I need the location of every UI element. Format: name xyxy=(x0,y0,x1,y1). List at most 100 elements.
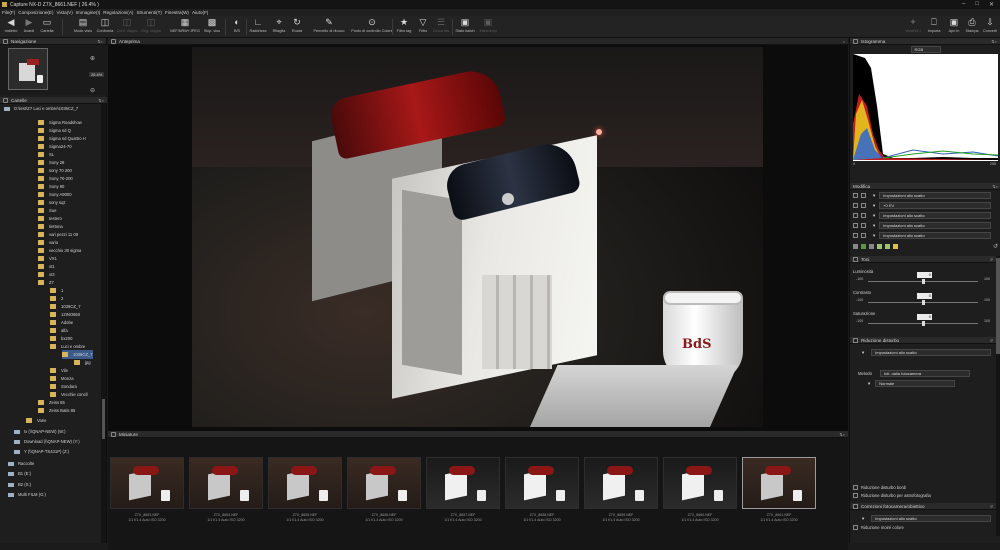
filmstrip-thumbnail[interactable] xyxy=(742,457,816,509)
noise-astro-row[interactable]: Riduzione disturbo per astrofotografia xyxy=(853,491,931,499)
raw-jpeg-button[interactable]: ▦ NEF/NRW+JPEG xyxy=(170,17,200,33)
folder-item[interactable]: Raccolte xyxy=(8,459,34,468)
filmstrip-thumbnail[interactable] xyxy=(347,457,421,509)
panel-controls-icon[interactable]: ⇅× xyxy=(97,39,103,44)
panel-controls-icon[interactable]: ↺ xyxy=(990,257,993,262)
checkbox[interactable] xyxy=(861,232,866,238)
menu-image[interactable]: Immagine(I) xyxy=(76,10,101,15)
noise-strength[interactable]: Normale xyxy=(875,379,956,387)
noise-method[interactable]: Init. dalla fotocamera xyxy=(880,369,970,377)
folder-item[interactable]: Zeiss Batis 85 xyxy=(38,406,75,415)
original-double-button[interactable]: ◫ Orig. doppo xyxy=(140,17,162,33)
noise-edges-row[interactable]: Riduzione disturbo bordi xyxy=(853,483,906,491)
adjust-scrollbar[interactable] xyxy=(996,256,1000,536)
adjust-row-value[interactable]: Impostazioni allo scatto xyxy=(879,191,992,199)
photo-preview[interactable]: BdS xyxy=(192,47,763,427)
search-data-button[interactable]: ☰ Cerca dts xyxy=(430,17,452,33)
slider-value-input[interactable]: 0 xyxy=(917,272,932,278)
maximize-icon[interactable]: □ xyxy=(975,1,979,8)
filmstrip-thumbnail[interactable] xyxy=(268,457,342,509)
adjust-row-value[interactable]: Impostazioni allo scatto xyxy=(879,231,992,239)
menu-window[interactable]: Finestra(W) xyxy=(165,10,189,15)
adjust-row[interactable]: ▼ +0 EV xyxy=(853,201,996,209)
folder-item[interactable]: Ix (\\QNAP-NEW) (W:) xyxy=(14,427,66,436)
panel-controls-icon[interactable]: ⇅× xyxy=(992,184,998,189)
folder-item[interactable]: jpg xyxy=(74,358,91,367)
tool-icon[interactable] xyxy=(877,244,882,249)
panel-controls-icon[interactable]: × xyxy=(843,39,845,44)
tool-icon[interactable] xyxy=(885,244,890,249)
folder-item[interactable]: Y (\\QNAP-TS431P) (Z:) xyxy=(14,447,69,456)
slider-handle[interactable] xyxy=(922,300,925,305)
tool-icon[interactable] xyxy=(861,244,866,249)
folder-item[interactable]: Varie xyxy=(26,416,46,425)
adjust-row[interactable]: ▼ Impostazioni allo scatto xyxy=(853,211,996,219)
zoom-in-icon[interactable]: ⊕ xyxy=(90,55,95,62)
moire-row[interactable]: Riduzione moiré colore xyxy=(853,523,904,531)
filmstrip-thumbnail[interactable] xyxy=(584,457,658,509)
view-mode-button[interactable]: ▤ Modo visio xyxy=(72,17,94,33)
close-icon[interactable]: ✕ xyxy=(989,1,994,8)
image-viewer[interactable]: BdS xyxy=(108,45,848,431)
slider-handle[interactable] xyxy=(922,321,925,326)
slider-value-input[interactable]: 0 xyxy=(917,314,932,320)
filmstrip-thumbnail[interactable] xyxy=(663,457,737,509)
menu-view[interactable]: Vista(V) xyxy=(57,10,73,15)
skip-view-button[interactable]: ▩ Skip. visu xyxy=(201,17,223,33)
folder-button[interactable]: ▭ Cartella xyxy=(36,17,58,33)
stop-button[interactable]: ▣ Interrompi xyxy=(477,17,499,33)
zoom-out-icon[interactable]: ⊖ xyxy=(90,87,95,94)
filmstrip-thumbnail[interactable] xyxy=(110,457,184,509)
viewnx-button[interactable]: ✦ ViewNX-i xyxy=(902,17,924,33)
tone-enable[interactable] xyxy=(853,256,858,262)
panel-controls-icon[interactable]: ↺ xyxy=(990,338,993,343)
panel-controls-icon[interactable]: ⇅× xyxy=(991,39,997,44)
tone-slider[interactable] xyxy=(868,300,978,305)
menu-help[interactable]: Aiuto(F) xyxy=(192,10,208,15)
import-button[interactable]: ⎕ Importa xyxy=(923,17,945,33)
compare-button[interactable]: ◫ Confronta xyxy=(94,17,116,33)
rotate-button[interactable]: ↻ Ruota xyxy=(286,17,308,33)
folder-tree-scrollbar[interactable] xyxy=(101,104,106,543)
filmstrip-thumbnail[interactable] xyxy=(426,457,500,509)
slider-value-input[interactable]: 0 xyxy=(917,293,932,299)
tone-slider[interactable] xyxy=(868,279,978,284)
folder-item[interactable]: B1 (E:) xyxy=(8,469,31,478)
panel-controls-icon[interactable]: ⇅× xyxy=(839,432,845,437)
reset-icon[interactable]: ↺ xyxy=(993,243,998,250)
navigator-thumbnail[interactable] xyxy=(8,48,48,90)
adjust-row-value[interactable]: Impostazioni allo scatto xyxy=(879,211,992,219)
retouch-brush-button[interactable]: ✎ Pennello di ritocco xyxy=(313,17,344,33)
adjust-row[interactable]: ▼ Impostazioni allo scatto xyxy=(853,191,996,199)
filmstrip-thumbnail[interactable] xyxy=(505,457,579,509)
noise-preset[interactable]: Impostazioni allo scatto xyxy=(871,348,992,356)
checkbox[interactable] xyxy=(853,492,858,498)
checkbox[interactable] xyxy=(861,212,866,218)
menu-adjust[interactable]: Regolazioni(A) xyxy=(103,10,133,15)
panel-controls-icon[interactable]: ↺ xyxy=(990,504,993,509)
tool-icon[interactable] xyxy=(853,244,858,249)
checkbox[interactable] xyxy=(853,524,858,530)
checkbox[interactable] xyxy=(861,222,866,228)
menu-edit[interactable]: Composizione(E) xyxy=(18,10,53,15)
adjust-row-value[interactable]: Impostazioni allo scatto xyxy=(879,221,992,229)
adjust-row[interactable]: ▼ Impostazioni allo scatto xyxy=(853,231,996,239)
histogram-channel[interactable]: RGB xyxy=(853,46,998,53)
adjust-row[interactable]: ▼ Impostazioni allo scatto xyxy=(853,221,996,229)
menu-tools[interactable]: Strumenti(T) xyxy=(136,10,162,15)
control-point-button[interactable]: ⊙ Punto di controllo Colore xyxy=(351,17,393,33)
tool-icon[interactable] xyxy=(869,244,874,249)
filmstrip-thumbnail[interactable] xyxy=(189,457,263,509)
folder-item[interactable]: B2 (S:) xyxy=(8,480,31,489)
slider-handle[interactable] xyxy=(922,279,925,284)
checkbox[interactable] xyxy=(861,192,866,198)
lens-preset[interactable]: Impostazioni allo scatto xyxy=(871,514,992,522)
zoom-level[interactable]: 26.4% xyxy=(89,72,105,77)
compare-double-button[interactable]: ◫ Conf. doppo xyxy=(116,17,138,33)
folder-item[interactable]: Multi FILM (G:) xyxy=(8,490,46,499)
tone-slider[interactable] xyxy=(868,321,978,326)
black-white-button[interactable]: ◐ B/S xyxy=(226,17,248,33)
folder-item[interactable]: D:\test\Z7 Luci e ombre\1036CZ_7 xyxy=(4,104,78,113)
noise-enable[interactable] xyxy=(853,337,858,343)
convert-button[interactable]: ⇩ Converti xyxy=(979,17,1000,33)
